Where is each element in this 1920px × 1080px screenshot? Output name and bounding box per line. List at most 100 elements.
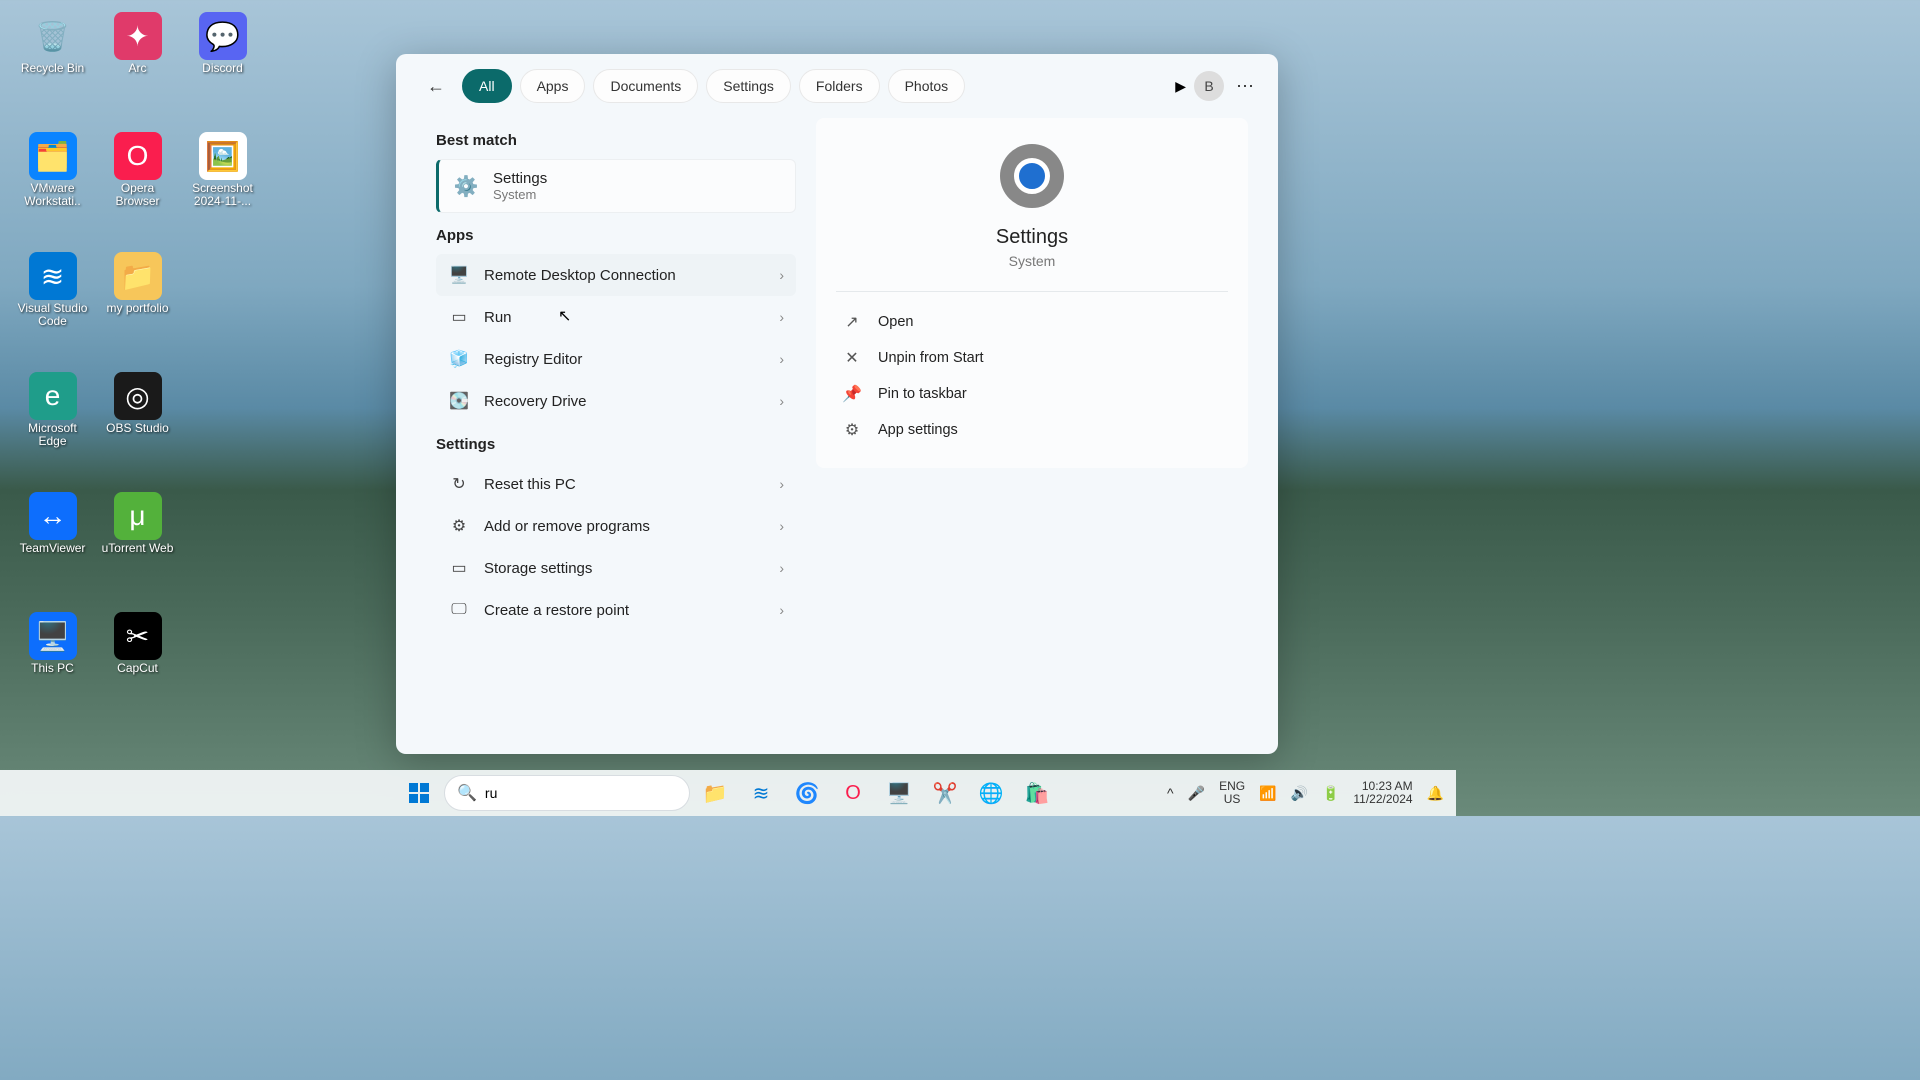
app-label: Recovery Drive (484, 393, 765, 410)
chevron-right-icon: › (779, 393, 784, 409)
desktop-icon-teamviewer[interactable]: ↔ TeamViewer (10, 492, 95, 604)
settings-result-storage-settings[interactable]: ▭ Storage settings › (436, 547, 796, 589)
tb-opera[interactable]: O (832, 772, 874, 814)
setting-icon: ⚙ (448, 515, 470, 537)
notifications-icon[interactable]: 🔔 (1427, 785, 1444, 802)
search-icon: 🔍 (457, 783, 477, 803)
setting-icon: 🖵 (448, 599, 470, 621)
best-match-title: Settings (493, 170, 547, 187)
tb-edge[interactable]: 🌐 (970, 772, 1012, 814)
action-icon: 📌 (842, 384, 862, 404)
scope-tab-folders[interactable]: Folders (799, 69, 880, 103)
app-result-recovery-drive[interactable]: 💽 Recovery Drive › (436, 380, 796, 422)
action-label: Pin to taskbar (878, 386, 967, 402)
desktop-icon-discord[interactable]: 💬 Discord (180, 12, 265, 124)
desktop-icon-recycle-bin[interactable]: 🗑️ Recycle Bin (10, 12, 95, 124)
taskbar: 🔍 📁 ≋ 🌀 O 🖥️ ✂️ 🌐 🛍️ ^ 🎤 ENG US 📶 🔊 🔋 10… (0, 770, 1456, 816)
app-label: Remote Desktop Connection (484, 267, 765, 284)
action-icon: ⚙ (842, 420, 862, 440)
start-search-panel: ← AllAppsDocumentsSettingsFoldersPhotos … (396, 54, 1278, 754)
start-button[interactable] (398, 772, 440, 814)
tb-rdp[interactable]: 🖥️ (878, 772, 920, 814)
setting-icon: ↻ (448, 473, 470, 495)
preview-action-pin-to-taskbar[interactable]: 📌 Pin to taskbar (836, 376, 1228, 412)
tb-store[interactable]: 🛍️ (1016, 772, 1058, 814)
desktop-icon-arc[interactable]: ✦ Arc (95, 12, 180, 124)
language-indicator[interactable]: ENG US (1219, 780, 1245, 806)
scope-tab-documents[interactable]: Documents (593, 69, 698, 103)
app-label: Registry Editor (484, 351, 765, 368)
action-label: Unpin from Start (878, 350, 984, 366)
setting-icon: ▭ (448, 557, 470, 579)
desktop-icon-obs-studio[interactable]: ◎ OBS Studio (95, 372, 180, 484)
desktop-icon-screenshot-2024-11-[interactable]: 🖼️ Screenshot 2024-11-... (180, 132, 265, 244)
tb-copilot[interactable]: 🌀 (786, 772, 828, 814)
scope-tab-apps[interactable]: Apps (520, 69, 586, 103)
best-match-settings[interactable]: ⚙️ Settings System (436, 159, 796, 213)
desktop-icon-this-pc[interactable]: 🖥️ This PC (10, 612, 95, 724)
desktop-icon-opera-browser[interactable]: O Opera Browser (95, 132, 180, 244)
clock[interactable]: 10:23 AM 11/22/2024 (1353, 780, 1412, 806)
app-icon: ▭ (448, 306, 470, 328)
more-options-button[interactable]: ⋯ (1236, 76, 1256, 97)
tb-snip[interactable]: ✂️ (924, 772, 966, 814)
chevron-right-icon: › (779, 351, 784, 367)
setting-label: Create a restore point (484, 602, 765, 619)
chevron-right-icon: › (779, 518, 784, 534)
chevron-right-icon: › (779, 476, 784, 492)
settings-result-add-or-remove-programs[interactable]: ⚙ Add or remove programs › (436, 505, 796, 547)
app-result-registry-editor[interactable]: 🧊 Registry Editor › (436, 338, 796, 380)
desktop-icon-vmware-workstati-[interactable]: 🗂️ VMware Workstati.. (10, 132, 95, 244)
taskbar-search-input[interactable] (485, 785, 677, 801)
action-icon: ↗ (842, 312, 862, 332)
chevron-right-icon: › (779, 560, 784, 576)
volume-icon[interactable]: 🔊 (1291, 785, 1308, 802)
scope-tabs: AllAppsDocumentsSettingsFoldersPhotos (462, 69, 1163, 103)
preview-card: Settings System ↗ Open ✕ Unpin from Star… (816, 118, 1248, 468)
action-icon: ✕ (842, 348, 862, 368)
preview-action-open[interactable]: ↗ Open (836, 304, 1228, 340)
search-header: ← AllAppsDocumentsSettingsFoldersPhotos … (396, 54, 1278, 118)
app-result-run[interactable]: ▭ Run › (436, 296, 796, 338)
setting-label: Storage settings (484, 560, 765, 577)
scope-tab-settings[interactable]: Settings (706, 69, 791, 103)
app-label: Run (484, 309, 765, 326)
user-avatar[interactable]: B (1194, 71, 1224, 101)
tray-caret-icon[interactable]: ^ (1167, 785, 1174, 801)
apps-header: Apps (436, 227, 796, 244)
settings-result-reset-this-pc[interactable]: ↻ Reset this PC › (436, 463, 796, 505)
settings-header: Settings (436, 436, 796, 453)
chevron-right-icon: › (779, 309, 784, 325)
settings-icon: ⚙️ (451, 171, 481, 201)
desktop-icon-utorrent-web[interactable]: μ uTorrent Web (95, 492, 180, 604)
preview-action-unpin-from-start[interactable]: ✕ Unpin from Start (836, 340, 1228, 376)
tray-mic-icon[interactable]: 🎤 (1188, 785, 1205, 802)
app-icon: 🧊 (448, 348, 470, 370)
back-button[interactable]: ← (418, 68, 454, 104)
tb-vscode[interactable]: ≋ (740, 772, 782, 814)
more-scopes-button[interactable]: ▶ (1175, 78, 1186, 95)
chevron-right-icon: › (779, 602, 784, 618)
taskbar-search-box[interactable]: 🔍 (444, 775, 690, 811)
scope-tab-photos[interactable]: Photos (888, 69, 966, 103)
desktop-icon-my-portfolio[interactable]: 📁 my portfolio (95, 252, 180, 364)
app-icon: 🖥️ (448, 264, 470, 286)
preview-title: Settings (996, 226, 1068, 249)
desktop-icon-microsoft-edge[interactable]: e Microsoft Edge (10, 372, 95, 484)
action-label: Open (878, 314, 913, 330)
app-icon: 💽 (448, 390, 470, 412)
wifi-icon[interactable]: 📶 (1259, 785, 1276, 802)
best-match-subtitle: System (493, 187, 547, 202)
desktop-icon-visual-studio-code[interactable]: ≋ Visual Studio Code (10, 252, 95, 364)
settings-result-create-a-restore-point[interactable]: 🖵 Create a restore point › (436, 589, 796, 631)
desktop-icon-capcut[interactable]: ✂ CapCut (95, 612, 180, 724)
best-match-header: Best match (436, 132, 796, 149)
app-result-remote-desktop-connection[interactable]: 🖥️ Remote Desktop Connection › (436, 254, 796, 296)
setting-label: Reset this PC (484, 476, 765, 493)
tb-file-explorer[interactable]: 📁 (694, 772, 736, 814)
preview-action-app-settings[interactable]: ⚙ App settings (836, 412, 1228, 448)
setting-label: Add or remove programs (484, 518, 765, 535)
action-label: App settings (878, 422, 958, 438)
scope-tab-all[interactable]: All (462, 69, 512, 103)
battery-icon[interactable]: 🔋 (1322, 785, 1339, 802)
